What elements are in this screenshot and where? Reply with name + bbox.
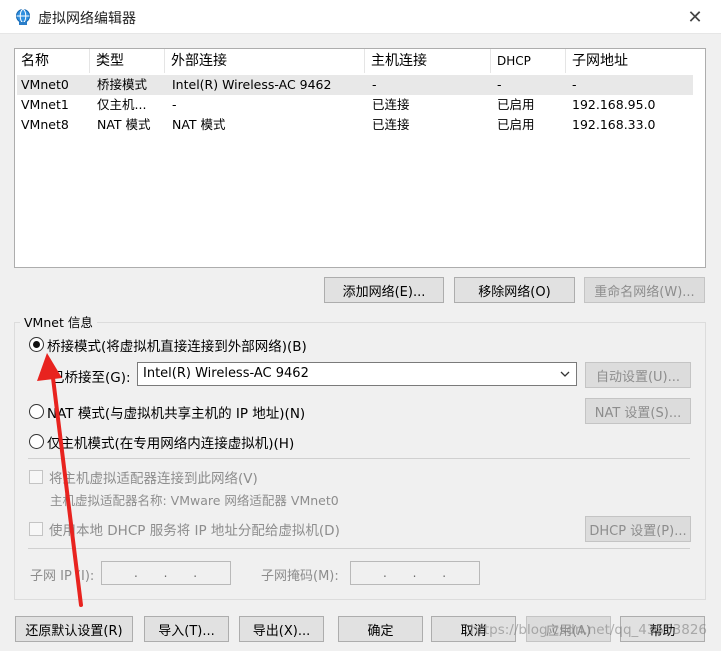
cell-subnet: - [572,77,577,92]
cell-external: Intel(R) Wireless-AC 9462 [172,77,332,92]
bridge-mode-label[interactable]: 桥接模式(将虚拟机直接连接到外部网络)(B) [47,335,307,355]
dhcp-settings-button[interactable]: DHCP 设置(P)... [585,516,691,542]
column-header-dhcp[interactable]: DHCP [491,49,566,73]
close-icon[interactable]: ✕ [680,4,710,30]
cell-type: NAT 模式 [97,117,151,132]
title-bar: 虚拟网络编辑器 ✕ [0,0,721,34]
column-header-external[interactable]: 外部连接 [165,49,365,73]
cell-external: - [172,97,177,112]
nat-settings-button[interactable]: NAT 设置(S)... [585,398,691,424]
bridge-mode-radio[interactable] [29,337,44,352]
cell-dhcp: 已启用 [497,117,535,132]
table-row[interactable]: VMnet1 仅主机... - 已连接 已启用 192.168.95.0 [17,95,693,115]
bridged-to-select[interactable]: Intel(R) Wireless-AC 9462 [137,362,577,386]
column-header-host[interactable]: 主机连接 [365,49,491,73]
auto-settings-button[interactable]: 自动设置(U)... [585,362,691,388]
use-dhcp-label[interactable]: 使用本地 DHCP 服务将 IP 地址分配给虚拟机(D) [49,519,340,539]
use-dhcp-checkbox[interactable] [29,522,43,536]
cell-host: - [372,77,377,92]
connect-adapter-label[interactable]: 将主机虚拟适配器连接到此网络(V) [49,467,258,487]
subnet-ip-input[interactable]: . . . [101,561,231,585]
nat-mode-radio[interactable] [29,404,44,419]
network-list[interactable]: 名称 类型 外部连接 主机连接 DHCP 子网地址 VMnet0 桥接模式 In… [14,48,706,268]
watermark-text: https://blog.csdn.net/qq_43553826 [470,622,708,638]
host-only-label[interactable]: 仅主机模式(在专用网络内连接虚拟机)(H) [47,432,294,452]
restore-defaults-button[interactable]: 还原默认设置(R) [15,616,133,642]
cell-name: VMnet8 [21,117,69,132]
add-network-button[interactable]: 添加网络(E)... [324,277,444,303]
subnet-ip-label: 子网 IP (I): [30,569,95,584]
export-button[interactable]: 导出(X)... [239,616,324,642]
cell-subnet: 192.168.33.0 [572,117,656,132]
import-button[interactable]: 导入(T)... [144,616,229,642]
remove-network-button[interactable]: 移除网络(O) [454,277,575,303]
column-header-name[interactable]: 名称 [15,49,90,73]
window-title: 虚拟网络编辑器 [38,11,136,27]
bridged-to-value: Intel(R) Wireless-AC 9462 [143,366,309,381]
separator [28,458,690,459]
nat-mode-label[interactable]: NAT 模式(与虚拟机共享主机的 IP 地址)(N) [47,402,305,422]
host-only-radio[interactable] [29,434,44,449]
vmnet-info-label: VMnet 信息 [20,312,97,331]
ok-button[interactable]: 确定 [338,616,423,642]
cell-type: 桥接模式 [97,77,148,92]
cell-dhcp: - [497,77,502,92]
separator [28,548,690,549]
table-row[interactable]: VMnet0 桥接模式 Intel(R) Wireless-AC 9462 - … [17,75,693,95]
rename-network-button[interactable]: 重命名网络(W)... [584,277,705,303]
column-header-type[interactable]: 类型 [90,49,165,73]
cell-host: 已连接 [372,117,410,132]
connect-adapter-checkbox[interactable] [29,470,43,484]
cell-name: VMnet0 [21,77,69,92]
cell-host: 已连接 [372,97,410,112]
chevron-down-icon [560,371,570,377]
cell-type: 仅主机... [97,97,147,112]
cell-name: VMnet1 [21,97,69,112]
cell-dhcp: 已启用 [497,97,535,112]
bridged-to-label: 已桥接至(G): [51,370,131,386]
adapter-name-text: 主机虚拟适配器名称: VMware 网络适配器 VMnet0 [50,493,339,508]
network-globe-icon [16,9,30,25]
cell-subnet: 192.168.95.0 [572,97,656,112]
cell-external: NAT 模式 [172,117,226,132]
subnet-mask-input[interactable]: . . . [350,561,480,585]
table-row[interactable]: VMnet8 NAT 模式 NAT 模式 已连接 已启用 192.168.33.… [17,115,693,135]
subnet-mask-label: 子网掩码(M): [261,569,339,584]
column-header-subnet[interactable]: 子网地址 [566,49,696,73]
